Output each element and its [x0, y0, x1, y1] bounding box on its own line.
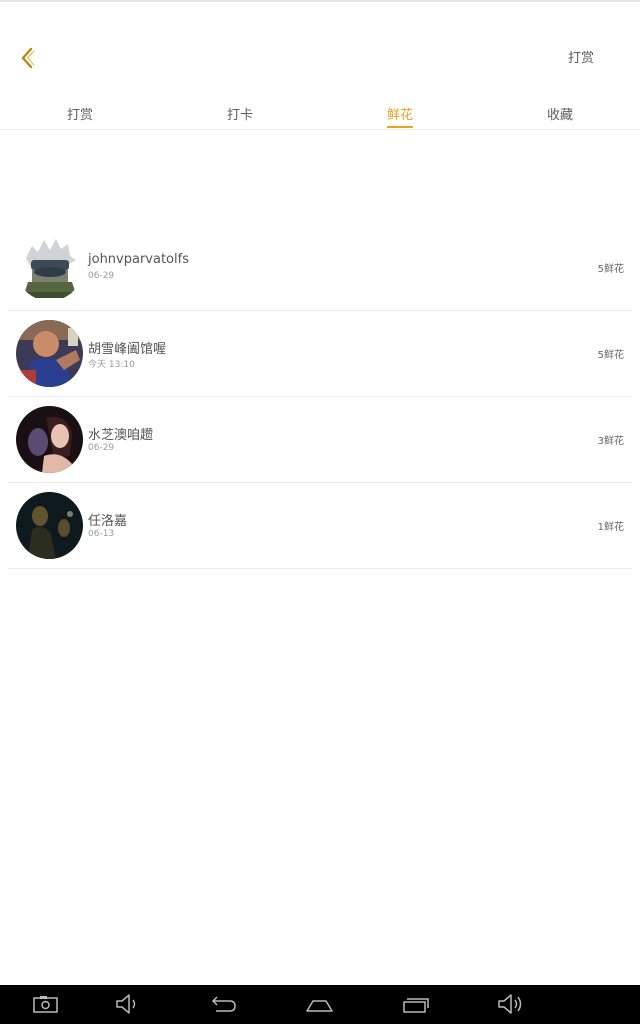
avatar[interactable]: [16, 406, 83, 473]
tab-favorites[interactable]: 收藏: [480, 96, 640, 129]
tab-label: 打赏: [66, 108, 93, 123]
back-button[interactable]: [12, 40, 44, 76]
user-name: 胡雪峰阖馆喔: [88, 342, 167, 357]
tab-label: 打卡: [226, 108, 253, 123]
avatar[interactable]: [16, 320, 83, 387]
volume-down-icon[interactable]: [113, 993, 143, 1015]
user-name: 任洛嘉: [88, 514, 128, 529]
item-date: 今天 13:10: [88, 360, 135, 370]
system-nav-bar: [0, 985, 640, 1024]
tab-label: 鲜花: [386, 108, 413, 123]
tab-label: 收藏: [546, 108, 573, 123]
item-date: 06-13: [88, 529, 115, 539]
tab-checkin[interactable]: 打卡: [160, 96, 320, 129]
tab-flowers[interactable]: 鲜花: [320, 96, 480, 129]
home-icon[interactable]: [304, 993, 334, 1015]
active-tab-indicator: [387, 126, 413, 128]
item-date: 06-29: [88, 443, 115, 453]
tab-reward[interactable]: 打赏: [0, 96, 160, 129]
user-name: johnvparvatolfs: [88, 252, 189, 267]
list-item[interactable]: johnvparvatolfs 06-29 5鲜花: [8, 225, 632, 311]
flower-amount: 1鲜花: [597, 522, 624, 533]
item-date: 06-29: [88, 271, 115, 281]
reward-button[interactable]: 打赏: [568, 47, 594, 67]
header: 打赏: [0, 0, 640, 96]
flower-amount: 3鲜花: [597, 436, 624, 447]
back-arrow-icon[interactable]: [208, 993, 238, 1015]
list-item[interactable]: 任洛嘉 06-13 1鲜花: [8, 483, 632, 569]
flower-amount: 5鲜花: [597, 264, 624, 275]
recent-apps-icon[interactable]: [401, 993, 431, 1015]
tab-bar: 打赏 打卡 鲜花 收藏: [0, 96, 640, 130]
volume-up-icon[interactable]: [496, 993, 526, 1015]
flower-list: johnvparvatolfs 06-29 5鲜花 胡雪峰阖馆喔 今天 13:1…: [8, 225, 632, 569]
avatar[interactable]: [16, 492, 83, 559]
list-item[interactable]: 水芝澳咱趱 06-29 3鲜花: [8, 397, 632, 483]
screenshot-icon[interactable]: [31, 993, 61, 1015]
chevron-left-icon: [21, 47, 35, 69]
user-name: 水芝澳咱趱: [88, 428, 154, 443]
flower-amount: 5鲜花: [597, 350, 624, 361]
avatar[interactable]: [16, 234, 83, 301]
list-item[interactable]: 胡雪峰阖馆喔 今天 13:10 5鲜花: [8, 311, 632, 397]
